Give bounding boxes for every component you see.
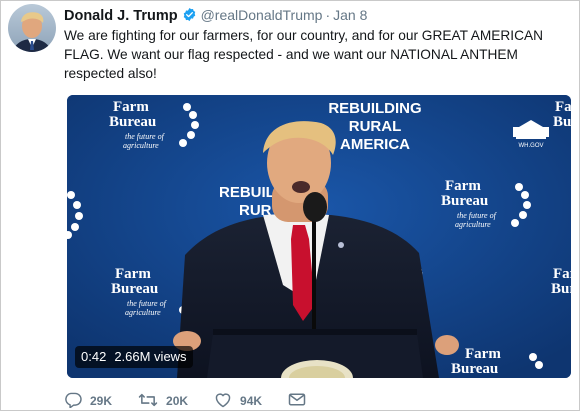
video-stats-badge: 0:42 2.66M views	[75, 346, 193, 368]
tweet-text: We are fighting for our farmers, for our…	[64, 28, 543, 81]
svg-text:Farm: Farm	[555, 99, 571, 115]
tweet-actions: 29K 20K 94K	[64, 391, 340, 411]
reply-button[interactable]: 29K	[64, 392, 112, 411]
avatar[interactable]	[8, 4, 56, 52]
author-name[interactable]: Donald J. Trump	[64, 8, 178, 24]
author-handle[interactable]: @realDonaldTrump	[201, 7, 323, 23]
farm-bureau-logo-partial: Farm Bureau	[551, 266, 571, 297]
like-icon	[214, 392, 240, 411]
svg-text:agriculture: agriculture	[123, 141, 159, 150]
reply-icon	[64, 392, 90, 411]
svg-text:Farm: Farm	[553, 266, 571, 282]
tweet-date[interactable]: Jan 8	[333, 7, 367, 23]
svg-text:the future of: the future of	[457, 211, 498, 220]
farm-bureau-logo-partial: Farm Bureau	[553, 99, 571, 130]
avatar-image	[8, 4, 56, 52]
svg-text:REBUIL: REBUIL	[219, 184, 275, 201]
svg-text:REBUILDING: REBUILDING	[328, 100, 421, 117]
reply-count: 29K	[90, 394, 113, 408]
svg-text:the future of: the future of	[127, 299, 168, 308]
video-player[interactable]: Farm Bureau the future of agriculture Fa…	[67, 95, 571, 378]
video-views: 2.66M views	[114, 349, 187, 364]
video-frame: Farm Bureau the future of agriculture Fa…	[67, 95, 571, 378]
direct-message-button[interactable]	[288, 392, 314, 410]
svg-text:RURAL: RURAL	[349, 118, 402, 135]
header-separator: ·	[325, 7, 331, 23]
retweet-icon	[138, 392, 166, 411]
like-count: 94K	[240, 394, 263, 408]
svg-text:Bureau: Bureau	[111, 281, 158, 297]
mail-icon	[288, 392, 314, 410]
verified-badge-icon	[182, 7, 197, 26]
svg-text:agriculture: agriculture	[125, 308, 161, 317]
svg-text:Farm: Farm	[115, 266, 151, 282]
like-button[interactable]: 94K	[214, 392, 262, 411]
svg-text:WH.GOV: WH.GOV	[519, 143, 544, 149]
tweet-header: Donald J. Trump @realDonaldTrump · Jan 8	[64, 6, 367, 26]
svg-text:Bureau: Bureau	[109, 114, 156, 130]
video-duration: 0:42	[81, 349, 107, 364]
svg-text:Farm: Farm	[445, 178, 481, 194]
retweet-count: 20K	[166, 394, 189, 408]
retweet-button[interactable]: 20K	[138, 392, 188, 411]
svg-text:Bureau: Bureau	[451, 361, 498, 377]
tweet-card: Donald J. Trump @realDonaldTrump · Jan 8 We…	[0, 0, 580, 411]
svg-text:Bureau: Bureau	[553, 114, 571, 130]
svg-text:AMERICA: AMERICA	[340, 136, 410, 153]
svg-text:Bureau: Bureau	[441, 193, 488, 209]
svg-text:Bureau: Bureau	[551, 281, 571, 297]
lectern	[207, 329, 423, 378]
svg-text:Farm: Farm	[465, 346, 501, 362]
svg-text:Farm: Farm	[113, 99, 149, 115]
svg-text:agriculture: agriculture	[455, 220, 491, 229]
svg-text:the future of: the future of	[125, 132, 166, 141]
